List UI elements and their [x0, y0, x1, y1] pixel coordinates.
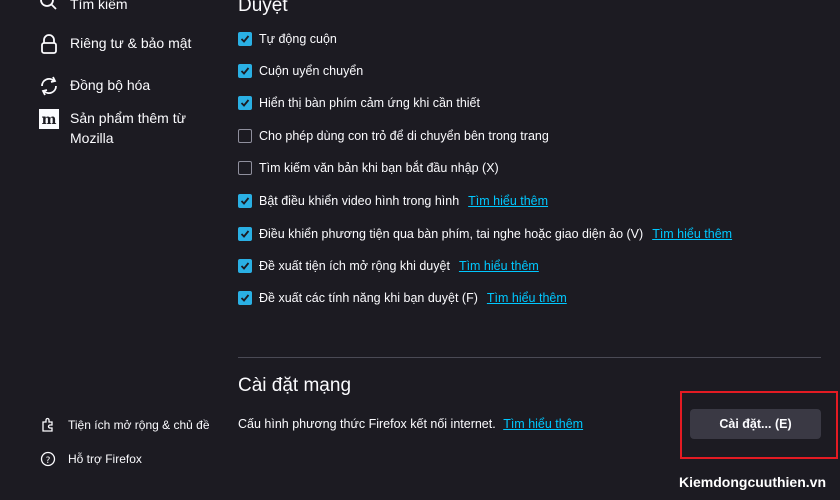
sidebar-footer-label: Tiện ích mở rộng & chủ đề: [68, 418, 210, 432]
sidebar-item-search[interactable]: Tìm kiếm: [38, 0, 128, 16]
checkbox[interactable]: [238, 32, 252, 46]
checkbox[interactable]: [238, 161, 252, 175]
learn-more-link[interactable]: Tìm hiểu thêm: [459, 259, 539, 273]
option-recommend-features[interactable]: Đề xuất các tính năng khi bạn duyệt (F) …: [238, 291, 567, 305]
option-label: Đề xuất tiện ích mở rộng khi duyệt: [259, 259, 450, 273]
option-label: Đề xuất các tính năng khi bạn duyệt (F): [259, 291, 478, 305]
highlight-box: [680, 391, 838, 459]
sidebar-item-sync[interactable]: Đồng bộ hóa: [38, 75, 150, 97]
svg-text:m: m: [42, 112, 57, 128]
puzzle-icon: [40, 417, 56, 433]
option-media-control[interactable]: Điều khiển phương tiện qua bàn phím, tai…: [238, 227, 732, 241]
sidebar-footer-extensions[interactable]: Tiện ích mở rộng & chủ đề: [40, 417, 210, 433]
option-touch-keyboard[interactable]: Hiển thị bàn phím cảm ứng khi cần thiết: [238, 96, 480, 110]
sidebar-footer-support[interactable]: ? Hỗ trợ Firefox: [40, 451, 142, 467]
network-learn-more-link[interactable]: Tìm hiểu thêm: [503, 417, 583, 431]
option-smooth-scroll[interactable]: Cuộn uyển chuyển: [238, 64, 363, 78]
checkbox[interactable]: [238, 227, 252, 241]
sync-icon: [38, 75, 60, 97]
watermark: Kiemdongcuuthien.vn: [679, 474, 826, 490]
sidebar-item-privacy[interactable]: Riêng tư & bảo mật: [38, 33, 191, 55]
checkbox[interactable]: [238, 291, 252, 305]
lock-icon: [38, 33, 60, 55]
checkbox[interactable]: [238, 96, 252, 110]
checkbox[interactable]: [238, 64, 252, 78]
option-label: Điều khiển phương tiện qua bàn phím, tai…: [259, 227, 644, 241]
option-label: Hiển thị bàn phím cảm ứng khi cần thiết: [259, 96, 480, 110]
checkbox[interactable]: [238, 259, 252, 273]
section-divider: [238, 357, 821, 358]
option-search-on-type[interactable]: Tìm kiếm văn bản khi bạn bắt đầu nhập (X…: [238, 161, 499, 175]
learn-more-link[interactable]: Tìm hiểu thêm: [487, 291, 567, 305]
option-label: Bật điều khiển video hình trong hình: [259, 194, 460, 208]
sidebar-item-mozilla-products[interactable]: m Sản phẩm thêm từ Mozilla: [38, 108, 200, 148]
option-picture-in-picture[interactable]: Bật điều khiển video hình trong hình Tìm…: [238, 194, 548, 208]
network-description: Cấu hình phương thức Firefox kết nối int…: [238, 417, 583, 431]
option-caret-browsing[interactable]: Cho phép dùng con trỏ để di chuyển bên t…: [238, 129, 549, 143]
sidebar-item-label: Sản phẩm thêm từ Mozilla: [70, 110, 186, 146]
option-label: Cuộn uyển chuyển: [259, 64, 364, 78]
help-icon: ?: [40, 451, 56, 467]
search-icon: [38, 0, 60, 16]
network-section-title: Cài đặt mạng: [238, 375, 352, 396]
sidebar-footer-label: Hỗ trợ Firefox: [68, 452, 142, 466]
sidebar-item-label: Đồng bộ hóa: [70, 77, 151, 93]
sidebar: Tìm kiếm Riêng tư & bảo mật Đồng bộ hóa …: [0, 0, 215, 500]
option-label: Cho phép dùng con trỏ để di chuyển bên t…: [259, 129, 549, 143]
learn-more-link[interactable]: Tìm hiểu thêm: [468, 194, 548, 208]
option-autoscroll[interactable]: Tự động cuộn: [238, 32, 337, 46]
learn-more-link[interactable]: Tìm hiểu thêm: [652, 227, 732, 241]
sidebar-item-label: Riêng tư & bảo mật: [70, 35, 192, 51]
mozilla-icon: m: [38, 108, 60, 130]
checkbox[interactable]: [238, 194, 252, 208]
option-recommend-extensions[interactable]: Đề xuất tiện ích mở rộng khi duyệt Tìm h…: [238, 259, 539, 273]
option-label: Tự động cuộn: [259, 32, 337, 46]
checkbox[interactable]: [238, 129, 252, 143]
sidebar-item-label: Tìm kiếm: [70, 0, 128, 12]
browsing-section-title: Duyệt: [238, 0, 288, 16]
network-description-text: Cấu hình phương thức Firefox kết nối int…: [238, 417, 496, 431]
option-label: Tìm kiếm văn bản khi bạn bắt đầu nhập (X…: [259, 161, 499, 175]
svg-text:?: ?: [46, 456, 51, 466]
